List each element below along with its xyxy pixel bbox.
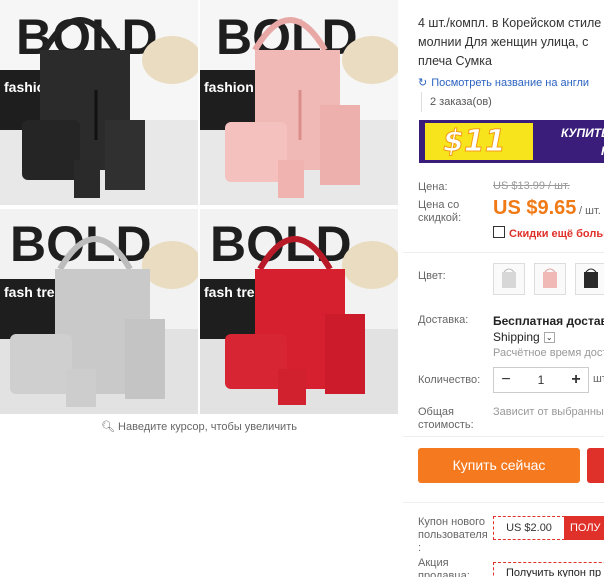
product-info-panel: 4 шт./компл. в Корейском стиле молнии Дл…	[403, 0, 604, 577]
promo-price: $11	[443, 124, 507, 160]
translate-title-link[interactable]: ↻ Посмотреть название на англи	[418, 76, 589, 89]
discount-price: US $9.65	[493, 197, 577, 219]
divider	[403, 436, 604, 437]
promo-banner[interactable]: $11 КУПИТЕ С НА	[419, 120, 604, 163]
total-label: Общая стоимость:	[418, 406, 474, 431]
product-image-gallery[interactable]: BOLD fashion BOLD fashion BOLD fash tre …	[0, 0, 402, 415]
divider	[403, 502, 604, 503]
translate-icon: ↻	[418, 77, 428, 89]
quantity-stepper[interactable]: − 1 +	[493, 367, 589, 393]
color-label: Цвет:	[418, 270, 446, 282]
more-discounts-link[interactable]: Скидки ещё больше	[493, 226, 604, 240]
product-image-red[interactable]: BOLD fash tre	[200, 209, 398, 414]
promotion-label: Акция продавца:	[418, 557, 470, 577]
zoom-hint: 🔍︎ Наведите курсор, чтобы увеличить	[0, 420, 398, 433]
buy-now-button[interactable]: Купить сейчас	[418, 448, 580, 483]
product-image-black[interactable]: BOLD fashion	[0, 0, 198, 205]
orders-box: 2 заказа(ов)	[421, 92, 604, 112]
chevron-down-icon: ⌄	[543, 332, 555, 343]
promo-text-1: КУПИТЕ С	[561, 126, 604, 140]
coupon-amount: US $2.00	[493, 516, 565, 540]
sign-text: fash tre	[204, 284, 255, 300]
old-price: US $13.99 / шт.	[493, 180, 570, 192]
more-discounts-label: Скидки ещё больше	[509, 228, 604, 240]
get-coupon-button[interactable]: ПОЛУ	[564, 516, 604, 540]
add-to-cart-button[interactable]	[587, 448, 604, 483]
product-title: 4 шт./компл. в Корейском стиле молнии Дл…	[418, 16, 602, 68]
zoom-hint-text: Наведите курсор, чтобы увеличить	[118, 421, 297, 433]
coupon-label: Купон нового пользователя :	[418, 516, 488, 554]
shipping-label: Shipping	[493, 330, 540, 344]
delivery-label: Доставка:	[418, 314, 469, 326]
delivery-estimate: Расчётное время дост	[493, 347, 604, 359]
color-swatch-pink[interactable]	[534, 263, 566, 295]
quantity-label: Количество:	[418, 374, 481, 386]
quantity-decrease-button[interactable]: −	[494, 368, 518, 392]
magnifier-icon: 🔍︎	[101, 421, 115, 433]
quantity-input[interactable]: 1	[520, 368, 562, 392]
qr-code-icon	[493, 226, 505, 238]
discount-price-label: Цена со скидкой:	[418, 199, 462, 224]
product-image-grey[interactable]: BOLD fash tre	[0, 209, 198, 414]
price-label: Цена:	[418, 181, 448, 193]
translate-link-label: Посмотреть название на англи	[431, 77, 590, 89]
product-image-pink[interactable]: BOLD fashion	[200, 0, 398, 205]
get-seller-coupon-button[interactable]: Получить купон пр	[493, 562, 604, 577]
color-swatch-black[interactable]	[575, 263, 604, 295]
quantity-unit: шт	[593, 373, 604, 385]
sign-text: fashion	[204, 79, 254, 95]
quantity-increase-button[interactable]: +	[564, 368, 588, 392]
delivery-option: Бесплатная доставка	[493, 314, 604, 328]
divider	[403, 252, 604, 253]
sign-text: fash tre	[4, 284, 55, 300]
shipping-select[interactable]: Shipping ⌄	[493, 330, 555, 344]
total-value: Зависит от выбранных	[493, 406, 604, 418]
price-unit: / шт.	[579, 205, 601, 217]
orders-count: 2 заказа(ов)	[430, 96, 492, 108]
color-swatch-grey[interactable]	[493, 263, 525, 295]
